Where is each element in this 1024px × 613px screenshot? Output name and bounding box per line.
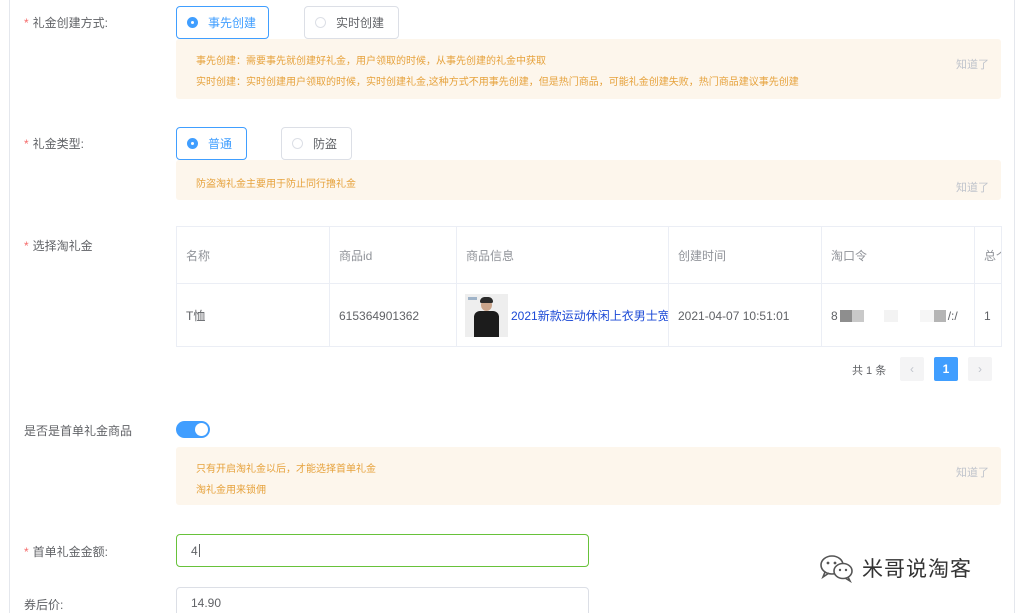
pagination-page-1[interactable]: 1 xyxy=(934,357,958,381)
first-order-amount-label: * 首单礼金金额: xyxy=(24,543,108,560)
cell-name: T恤 xyxy=(177,284,330,346)
column-header-product-info: 商品信息 xyxy=(457,227,669,283)
gift-type-tip-line-1: 防盗淘礼金主要用于防止同行撸礼金 xyxy=(196,179,356,190)
first-order-amount-input[interactable]: 4 xyxy=(176,534,589,567)
creation-method-label-text: 礼金创建方式: xyxy=(32,16,109,30)
thumbnail-tag xyxy=(468,297,477,300)
gift-table: 名称 商品id 商品信息 创建时间 淘口令 总个 T恤 615364901362… xyxy=(176,226,1002,347)
creation-tip-line-1: 事先创建：需要事先就创建好礼金，用户领取的时候，从事先创建的礼金中获取 xyxy=(196,56,546,67)
pagination-next-button[interactable]: › xyxy=(968,357,992,381)
radio-dot-icon xyxy=(187,138,198,149)
redaction-block xyxy=(883,309,898,322)
column-header-product-id: 商品id xyxy=(330,227,457,283)
select-gift-label: * 选择淘礼金 xyxy=(24,237,93,254)
table-header-row: 名称 商品id 商品信息 创建时间 淘口令 总个 xyxy=(177,227,1001,284)
first-order-tip-dismiss-button[interactable]: 知道了 xyxy=(956,464,989,480)
after-coupon-price-value: 14.90 xyxy=(191,596,222,610)
required-mark: * xyxy=(24,239,29,253)
wechat-icon xyxy=(820,555,853,583)
creation-tip-dismiss-button[interactable]: 知道了 xyxy=(956,56,989,72)
switch-knob xyxy=(195,423,208,436)
radio-realtime-label: 实时创建 xyxy=(336,16,385,30)
first-order-label: 是否是首单礼金商品 xyxy=(24,424,133,438)
frame-right-border xyxy=(1014,0,1015,613)
pagination-total: 共 1 条 xyxy=(852,365,887,377)
hair-shape xyxy=(480,297,493,303)
first-order-switch[interactable] xyxy=(176,421,210,438)
cell-tao-code: 8 /:/ xyxy=(822,284,975,346)
required-mark: * xyxy=(24,545,29,559)
pagination-prev-button[interactable]: ‹ xyxy=(900,357,924,381)
redaction-block xyxy=(933,309,946,322)
radio-realtime[interactable]: 实时创建 xyxy=(304,6,399,39)
creation-method-label: * 礼金创建方式: xyxy=(24,14,108,31)
cell-product-id: 615364901362 xyxy=(330,284,457,346)
first-order-tip-line-2: 淘礼金用来锁佣 xyxy=(196,485,266,496)
column-header-created-at: 创建时间 xyxy=(669,227,822,283)
required-mark: * xyxy=(24,16,29,30)
radio-dot-icon xyxy=(187,17,198,28)
radio-normal-label: 普通 xyxy=(208,137,233,151)
after-coupon-price-input[interactable]: 14.90 xyxy=(176,587,589,613)
select-gift-label-text: 选择淘礼金 xyxy=(32,239,93,253)
gift-type-tip-dismiss-button[interactable]: 知道了 xyxy=(956,179,989,195)
column-header-tao-code: 淘口令 xyxy=(822,227,975,283)
gift-type-tip: 防盗淘礼金主要用于防止同行撸礼金 知道了 xyxy=(176,160,1001,200)
frame-left-border xyxy=(9,0,10,613)
creation-tip-line-2: 实时创建：实时创建用户领取的时候，实时创建礼金,这种方式不用事先创建，但是热门商… xyxy=(196,77,799,88)
radio-precreate-label: 事先创建 xyxy=(208,16,257,30)
text-caret xyxy=(198,544,200,557)
tao-code-start: 8 xyxy=(831,308,838,323)
gift-type-label-text: 礼金类型: xyxy=(32,137,85,151)
watermark: 米哥说淘客 xyxy=(818,553,972,583)
first-order-amount-value: 4 xyxy=(191,543,198,558)
cell-total: 1 xyxy=(984,308,991,323)
radio-dot-icon xyxy=(315,17,326,28)
first-order-amount-label-text: 首单礼金金额: xyxy=(32,545,109,559)
first-order-tip: 只有开启淘礼金以后，才能选择首单礼金 淘礼金用来锁佣 知道了 xyxy=(176,447,1001,505)
cell-product-info: 2021新款运动休闲上衣男士宽松 xyxy=(457,284,669,346)
column-header-total: 总个 xyxy=(984,248,1001,263)
required-mark: * xyxy=(24,137,29,151)
shirt-shape xyxy=(474,311,499,337)
creation-method-tip: 事先创建：需要事先就创建好礼金，用户领取的时候，从事先创建的礼金中获取 实时创建… xyxy=(176,39,1001,99)
product-title-link[interactable]: 2021新款运动休闲上衣男士宽松 xyxy=(511,307,668,324)
redaction-block xyxy=(851,309,864,322)
redaction-block xyxy=(839,309,852,322)
after-coupon-price-label: 券后价: xyxy=(24,598,64,612)
tao-code-end: /:/ xyxy=(947,308,958,323)
radio-precreate[interactable]: 事先创建 xyxy=(176,6,269,39)
gift-type-label: * 礼金类型: xyxy=(24,135,84,152)
cell-created-at: 2021-04-07 10:51:01 xyxy=(669,284,822,346)
column-header-name: 名称 xyxy=(177,227,330,283)
table-row[interactable]: T恤 615364901362 2021新款运动休闲上衣男士宽松 2021-04… xyxy=(177,284,1001,346)
redaction-block xyxy=(919,309,934,322)
radio-antitheft[interactable]: 防盗 xyxy=(281,127,352,160)
radio-dot-icon xyxy=(292,138,303,149)
radio-normal[interactable]: 普通 xyxy=(176,127,247,160)
watermark-text: 米哥说淘客 xyxy=(862,558,972,581)
first-order-tip-line-1: 只有开启淘礼金以后，才能选择首单礼金 xyxy=(196,464,376,475)
radio-antitheft-label: 防盗 xyxy=(313,137,338,151)
product-thumbnail[interactable] xyxy=(465,294,508,337)
